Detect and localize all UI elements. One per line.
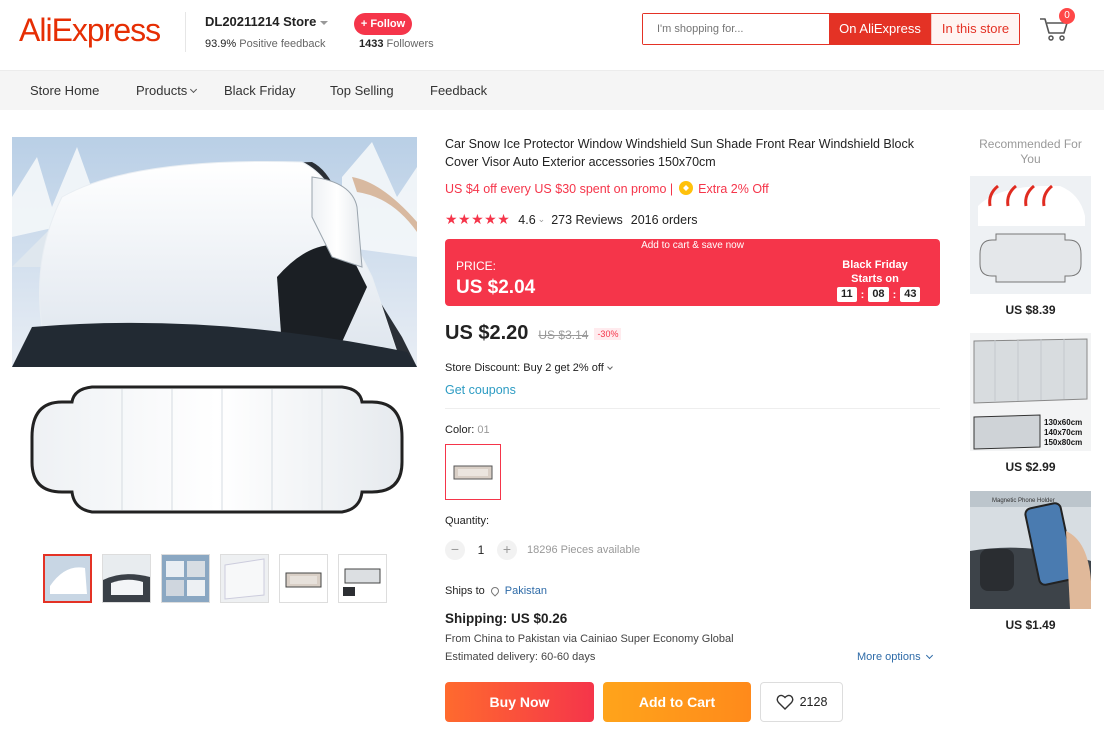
- thumbnail-3[interactable]: [161, 554, 210, 603]
- aliexpress-logo[interactable]: AliExpress: [19, 12, 161, 49]
- search-store-button[interactable]: In this store: [931, 14, 1019, 44]
- thumbnail-1[interactable]: [43, 554, 92, 603]
- countdown-timer: 11 : 08 : 43: [837, 287, 921, 302]
- color-label: Color: 01: [445, 424, 490, 436]
- svg-text:Magnetic Phone Holder: Magnetic Phone Holder: [992, 498, 1055, 504]
- rating-row: ★★★★★ 4.6 ⌄ 273 Reviews 2016 orders: [445, 211, 698, 228]
- store-discount[interactable]: Store Discount: Buy 2 get 2% off: [445, 362, 613, 374]
- buy-now-button[interactable]: Buy Now: [445, 682, 594, 722]
- nav-black-friday[interactable]: Black Friday: [224, 83, 296, 98]
- product-main-image[interactable]: [12, 137, 417, 542]
- thumbnail-4[interactable]: [220, 554, 269, 603]
- wishlist-button[interactable]: 2128: [760, 682, 843, 722]
- search-input[interactable]: [643, 14, 829, 44]
- chevron-down-icon: [925, 651, 933, 660]
- rating-value[interactable]: 4.6: [518, 213, 535, 227]
- chevron-down-icon: [190, 85, 198, 94]
- recommended-item-price: US $1.49: [1005, 618, 1056, 632]
- ships-to-country[interactable]: Pakistan: [505, 585, 547, 597]
- countdown-hours: 11: [837, 287, 857, 302]
- recommended-item-price: US $8.39: [1005, 303, 1056, 317]
- countdown-minutes: 08: [868, 287, 889, 302]
- deal-header: Add to cart & save now: [445, 239, 940, 253]
- svg-text:150x80cm: 150x80cm: [1044, 438, 1082, 447]
- deal-price: US $2.04: [456, 277, 536, 298]
- search-bar: On AliExpress In this store: [642, 13, 1020, 45]
- svg-text:140x70cm: 140x70cm: [1044, 428, 1082, 437]
- color-option-01[interactable]: [445, 444, 501, 500]
- divider: [445, 408, 940, 409]
- quantity-available: 18296 Pieces available: [527, 544, 641, 556]
- thumbnail-6[interactable]: [338, 554, 387, 603]
- thumbnail-strip: [43, 554, 387, 603]
- deal-banner: PRICE: US $2.04 Black Friday Starts on 1…: [445, 253, 940, 306]
- price-row: US $2.20 US $3.14 -30%: [445, 322, 622, 345]
- recommended-item-image[interactable]: [970, 176, 1091, 294]
- shipping-price: Shipping: US $0.26: [445, 611, 568, 626]
- recommended-item-price: US $2.99: [1005, 460, 1056, 474]
- ships-to: Ships to Pakistan: [445, 585, 547, 597]
- wishlist-count: 2128: [799, 695, 828, 709]
- thumbnail-5[interactable]: [279, 554, 328, 603]
- chevron-down-icon[interactable]: [320, 20, 329, 25]
- svg-text:130x60cm: 130x60cm: [1044, 418, 1082, 427]
- store-nav: Store Home Products Black Friday Top Sel…: [0, 70, 1104, 110]
- quantity-stepper: − 1 + 18296 Pieces available: [445, 540, 640, 560]
- deal-price-label: PRICE:: [456, 259, 497, 273]
- store-feedback: 93.9% Positive feedback: [205, 38, 326, 50]
- header-divider: [185, 12, 186, 52]
- nav-feedback[interactable]: Feedback: [430, 83, 487, 98]
- original-price: US $3.14: [538, 328, 589, 342]
- recommended-item[interactable]: US $8.39: [970, 176, 1091, 317]
- get-coupons-link[interactable]: Get coupons: [445, 383, 516, 397]
- coin-icon: [678, 181, 693, 195]
- store-name[interactable]: DL20211214 Store: [205, 14, 329, 29]
- quantity-input[interactable]: 1: [465, 543, 497, 557]
- recommended-item[interactable]: Magnetic Phone Holder US $1.49: [970, 491, 1091, 632]
- nav-store-home[interactable]: Store Home: [30, 83, 99, 98]
- cart-badge: 0: [1059, 8, 1075, 24]
- chevron-down-icon[interactable]: ⌄: [538, 214, 546, 225]
- nav-top-selling[interactable]: Top Selling: [330, 83, 394, 98]
- nav-products[interactable]: Products: [136, 83, 198, 98]
- add-to-cart-button[interactable]: Add to Cart: [603, 682, 751, 722]
- location-pin-icon: [489, 585, 501, 597]
- star-rating: ★★★★★: [445, 211, 511, 227]
- quantity-increase-button[interactable]: +: [497, 540, 517, 560]
- reviews-link[interactable]: 273 Reviews: [551, 213, 623, 227]
- quantity-label: Quantity:: [445, 515, 490, 527]
- follow-button[interactable]: + Follow: [354, 13, 412, 35]
- discount-badge: -30%: [594, 328, 622, 340]
- search-aliexpress-button[interactable]: On AliExpress: [829, 14, 931, 44]
- recommended-title: Recommended For You: [979, 137, 1082, 166]
- chevron-down-icon: [606, 364, 613, 370]
- recommended-item-image[interactable]: Magnetic Phone Holder: [970, 491, 1091, 609]
- header: AliExpress DL20211214 Store 93.9% Positi…: [0, 0, 1104, 70]
- more-options-link[interactable]: More options: [857, 651, 933, 663]
- heart-icon: [776, 694, 794, 710]
- black-friday-label: Black Friday Starts on: [842, 259, 908, 285]
- current-price: US $2.20: [445, 322, 529, 344]
- countdown-seconds: 43: [900, 287, 921, 302]
- recommended-item[interactable]: 130x60cm 140x70cm 150x80cm US $2.99: [970, 333, 1091, 474]
- estimated-delivery: Estimated delivery: 60-60 days: [445, 651, 596, 663]
- recommended-item-image[interactable]: 130x60cm 140x70cm 150x80cm: [970, 333, 1091, 451]
- orders-count: 2016 orders: [630, 212, 698, 227]
- quantity-decrease-button[interactable]: −: [445, 540, 465, 560]
- followers-count: 1433 Followers: [359, 38, 434, 50]
- thumbnail-2[interactable]: [102, 554, 151, 603]
- shipping-route: From China to Pakistan via Cainiao Super…: [445, 633, 734, 645]
- promo-banner[interactable]: US $4 off every US $30 spent on promo | …: [445, 181, 769, 196]
- product-title: Car Snow Ice Protector Window Windshield…: [445, 137, 914, 169]
